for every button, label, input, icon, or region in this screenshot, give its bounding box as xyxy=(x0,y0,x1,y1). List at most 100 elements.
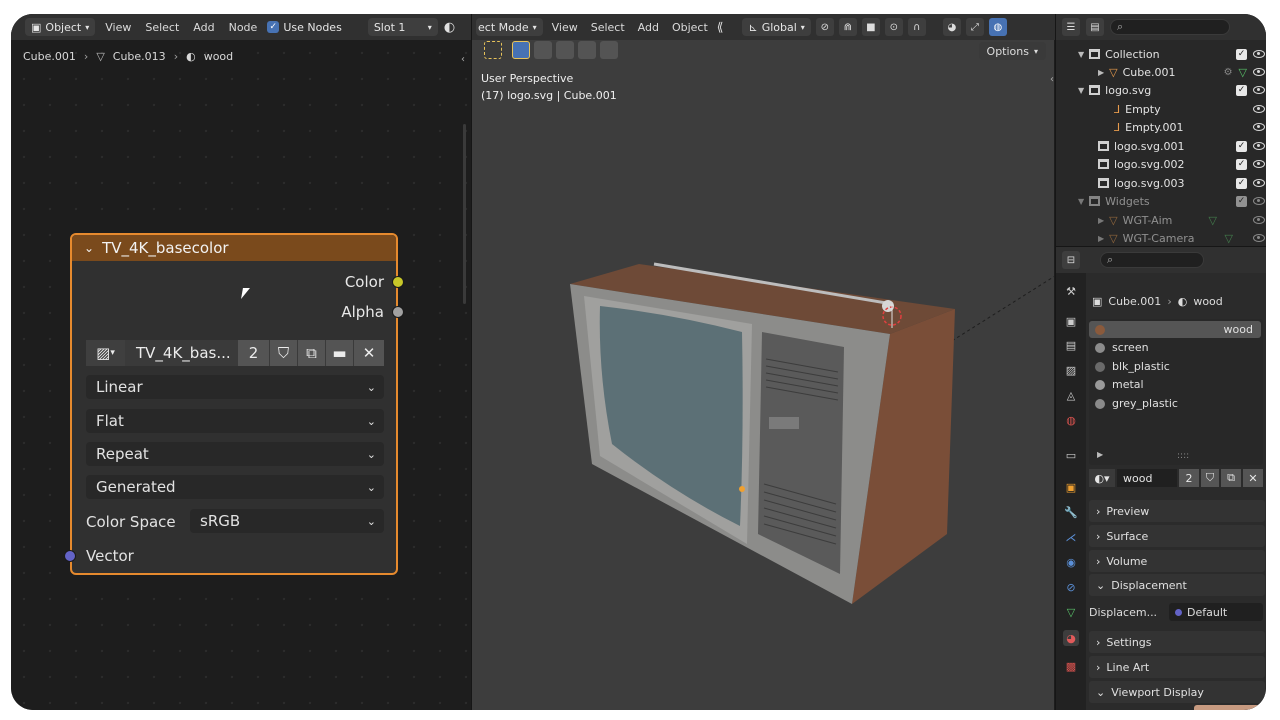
fake-user-shield-icon[interactable]: ⛉ xyxy=(1201,469,1219,487)
constraints-tab-icon[interactable]: ⊘ xyxy=(1063,579,1079,595)
eye-icon[interactable] xyxy=(1253,86,1265,94)
3d-viewport[interactable]: ect Mode ▾ View Select Add Object ⟪ ⊾ Gl… xyxy=(471,14,1055,710)
exclude-checkbox[interactable]: ✓ xyxy=(1236,140,1247,152)
panel-settings[interactable]: › Settings xyxy=(1089,631,1265,653)
eye-icon[interactable] xyxy=(1253,142,1265,150)
world-tab-icon[interactable]: ◍ xyxy=(1063,412,1079,428)
menu-add[interactable]: Add xyxy=(189,21,218,34)
outliner-row[interactable]: logo.svg.001 ✓ xyxy=(1056,137,1266,155)
exclude-checkbox[interactable]: ✓ xyxy=(1236,177,1247,189)
image-users-count[interactable]: 2 xyxy=(238,340,270,366)
extension-dropdown[interactable]: Repeat ⌄ xyxy=(86,442,384,466)
viewport-color-swatch[interactable] xyxy=(1194,705,1266,710)
material-slot[interactable]: screen xyxy=(1089,339,1261,356)
view-layer-tab-icon[interactable]: ▨ xyxy=(1063,362,1079,378)
material-slot[interactable]: metal xyxy=(1089,376,1261,393)
output-tab-icon[interactable]: ▤ xyxy=(1063,337,1079,353)
display-mode-icon[interactable]: ▤ xyxy=(1086,18,1104,36)
tool-tab-icon[interactable]: ⚒ xyxy=(1063,283,1079,299)
outliner-row[interactable]: ▼ logo.svg ✓ xyxy=(1056,81,1266,99)
particles-tab-icon[interactable]: ⋌ xyxy=(1063,529,1079,545)
material-tab-icon[interactable]: ◕ xyxy=(1063,630,1079,646)
outliner-row[interactable]: ⅃ Empty.001 xyxy=(1056,118,1266,136)
material-users-count[interactable]: 2 xyxy=(1179,469,1199,487)
material-name-field[interactable]: wood xyxy=(1117,469,1177,487)
eye-icon[interactable] xyxy=(1253,50,1265,58)
eye-icon[interactable] xyxy=(1253,234,1265,242)
exclude-checkbox[interactable]: ✓ xyxy=(1236,48,1247,60)
panel-surface[interactable]: › Surface xyxy=(1089,525,1265,547)
material-browse-button[interactable]: ◐▾ xyxy=(1089,469,1115,487)
outliner-row[interactable]: ▼ Widgets ✓ xyxy=(1056,192,1266,210)
properties-search-field[interactable]: ⌕ xyxy=(1100,252,1204,268)
duplicate-icon[interactable]: ⧉ xyxy=(298,340,326,366)
editor-mode-dropdown[interactable]: ▣ Object ▾ xyxy=(25,18,96,36)
slot-dropdown[interactable]: Slot 1 ▾ xyxy=(367,18,438,36)
outliner-row[interactable]: ⅃ Empty xyxy=(1056,100,1266,118)
alpha-output-socket[interactable] xyxy=(392,306,404,318)
exclude-checkbox[interactable]: ✓ xyxy=(1236,195,1247,207)
exclude-checkbox[interactable]: ✓ xyxy=(1236,158,1247,170)
eye-icon[interactable] xyxy=(1253,123,1265,131)
material-slot[interactable]: wood xyxy=(1089,321,1261,338)
material-slot[interactable]: blk_plastic xyxy=(1089,358,1261,375)
texture-tab-icon[interactable]: ▩ xyxy=(1063,658,1079,674)
image-texture-node[interactable]: ⌄ TV_4K_basecolor Color Alpha ▨ ▾ TV_4K_b… xyxy=(64,233,404,575)
fake-user-shield-icon[interactable]: ⛉ xyxy=(270,340,298,366)
expand-arrow-icon[interactable]: ▼ xyxy=(1078,86,1084,95)
tv-3d-model[interactable] xyxy=(472,14,1055,710)
panel-volume[interactable]: › Volume xyxy=(1089,550,1265,572)
object-tab-icon[interactable]: ▣ xyxy=(1063,479,1079,495)
eye-icon[interactable] xyxy=(1253,179,1265,187)
eye-icon[interactable] xyxy=(1253,216,1265,224)
open-folder-icon[interactable]: ▬ xyxy=(326,340,354,366)
panel-displacement[interactable]: ⌄ Displacement xyxy=(1089,574,1265,596)
outliner-editor-type-icon[interactable]: ☰ xyxy=(1062,18,1080,36)
color-space-dropdown[interactable]: sRGB ⌄ xyxy=(190,509,384,533)
unlink-close-icon[interactable]: ✕ xyxy=(1243,469,1263,487)
shader-node-editor[interactable]: ▣ Object ▾ View Select Add Node ✓ Use No… xyxy=(11,14,471,710)
menu-node[interactable]: Node xyxy=(225,21,262,34)
menu-view[interactable]: View xyxy=(101,21,135,34)
image-browse-button[interactable]: ▨ ▾ xyxy=(86,340,126,366)
outliner-search-field[interactable]: ⌕ xyxy=(1110,19,1230,35)
expand-arrow-icon[interactable]: ▶ xyxy=(1097,450,1103,459)
outliner-row[interactable]: logo.svg.002 ✓ xyxy=(1056,155,1266,173)
expand-arrow-icon[interactable]: ▼ xyxy=(1078,197,1084,206)
outliner-row[interactable]: ▼ Collection ✓ xyxy=(1056,45,1266,63)
panel-viewport-display[interactable]: ⌄ Viewport Display xyxy=(1089,681,1265,703)
menu-select[interactable]: Select xyxy=(141,21,183,34)
image-name-field[interactable]: TV_4K_bas... xyxy=(126,340,238,366)
panel-preview[interactable]: › Preview xyxy=(1089,500,1265,522)
node-editor-scrollbar[interactable] xyxy=(463,124,466,304)
outliner-row[interactable]: ▶ ▽ WGT-Camera ▽ xyxy=(1056,229,1266,246)
vector-input-socket[interactable] xyxy=(64,550,76,562)
data-tab-icon[interactable]: ▽ xyxy=(1063,604,1079,620)
collection-tab-icon[interactable]: ▭ xyxy=(1063,447,1079,463)
material-sphere-icon[interactable]: ◐ xyxy=(444,20,455,35)
collapse-arrow-icon[interactable]: ‹ xyxy=(461,54,465,65)
render-tab-icon[interactable]: ▣ xyxy=(1063,313,1079,329)
panel-line-art[interactable]: › Line Art xyxy=(1089,656,1265,678)
node-header[interactable]: ⌄ TV_4K_basecolor xyxy=(72,235,396,261)
scene-tab-icon[interactable]: ◬ xyxy=(1063,387,1079,403)
displacement-method-dropdown[interactable]: Default xyxy=(1169,603,1263,621)
collapse-chevron-icon[interactable]: ⌄ xyxy=(84,241,94,255)
eye-icon[interactable] xyxy=(1253,160,1265,168)
properties-editor-type-icon[interactable]: ⊟ xyxy=(1062,251,1080,269)
expand-arrow-icon[interactable]: ▶ xyxy=(1098,216,1104,225)
expand-arrow-icon[interactable]: ▼ xyxy=(1078,50,1084,59)
outliner-row[interactable]: ▶ ▽ Cube.001 ⚙ ▽ xyxy=(1056,63,1266,81)
exclude-checkbox[interactable]: ✓ xyxy=(1236,84,1247,96)
projection-dropdown[interactable]: Flat ⌄ xyxy=(86,409,384,433)
source-dropdown[interactable]: Generated ⌄ xyxy=(86,475,384,499)
eye-icon[interactable] xyxy=(1253,105,1265,113)
eye-icon[interactable] xyxy=(1253,197,1265,205)
color-output-socket[interactable] xyxy=(392,276,404,288)
outliner-row[interactable]: ▶ ▽ WGT-Aim ▽ xyxy=(1056,211,1266,229)
interpolation-dropdown[interactable]: Linear ⌄ xyxy=(86,375,384,399)
resize-grip-icon[interactable]: :::: xyxy=(1177,451,1189,461)
duplicate-icon[interactable]: ⧉ xyxy=(1221,469,1241,487)
use-nodes-toggle[interactable]: ✓ Use Nodes xyxy=(267,21,342,34)
expand-arrow-icon[interactable]: ▶ xyxy=(1098,68,1104,77)
